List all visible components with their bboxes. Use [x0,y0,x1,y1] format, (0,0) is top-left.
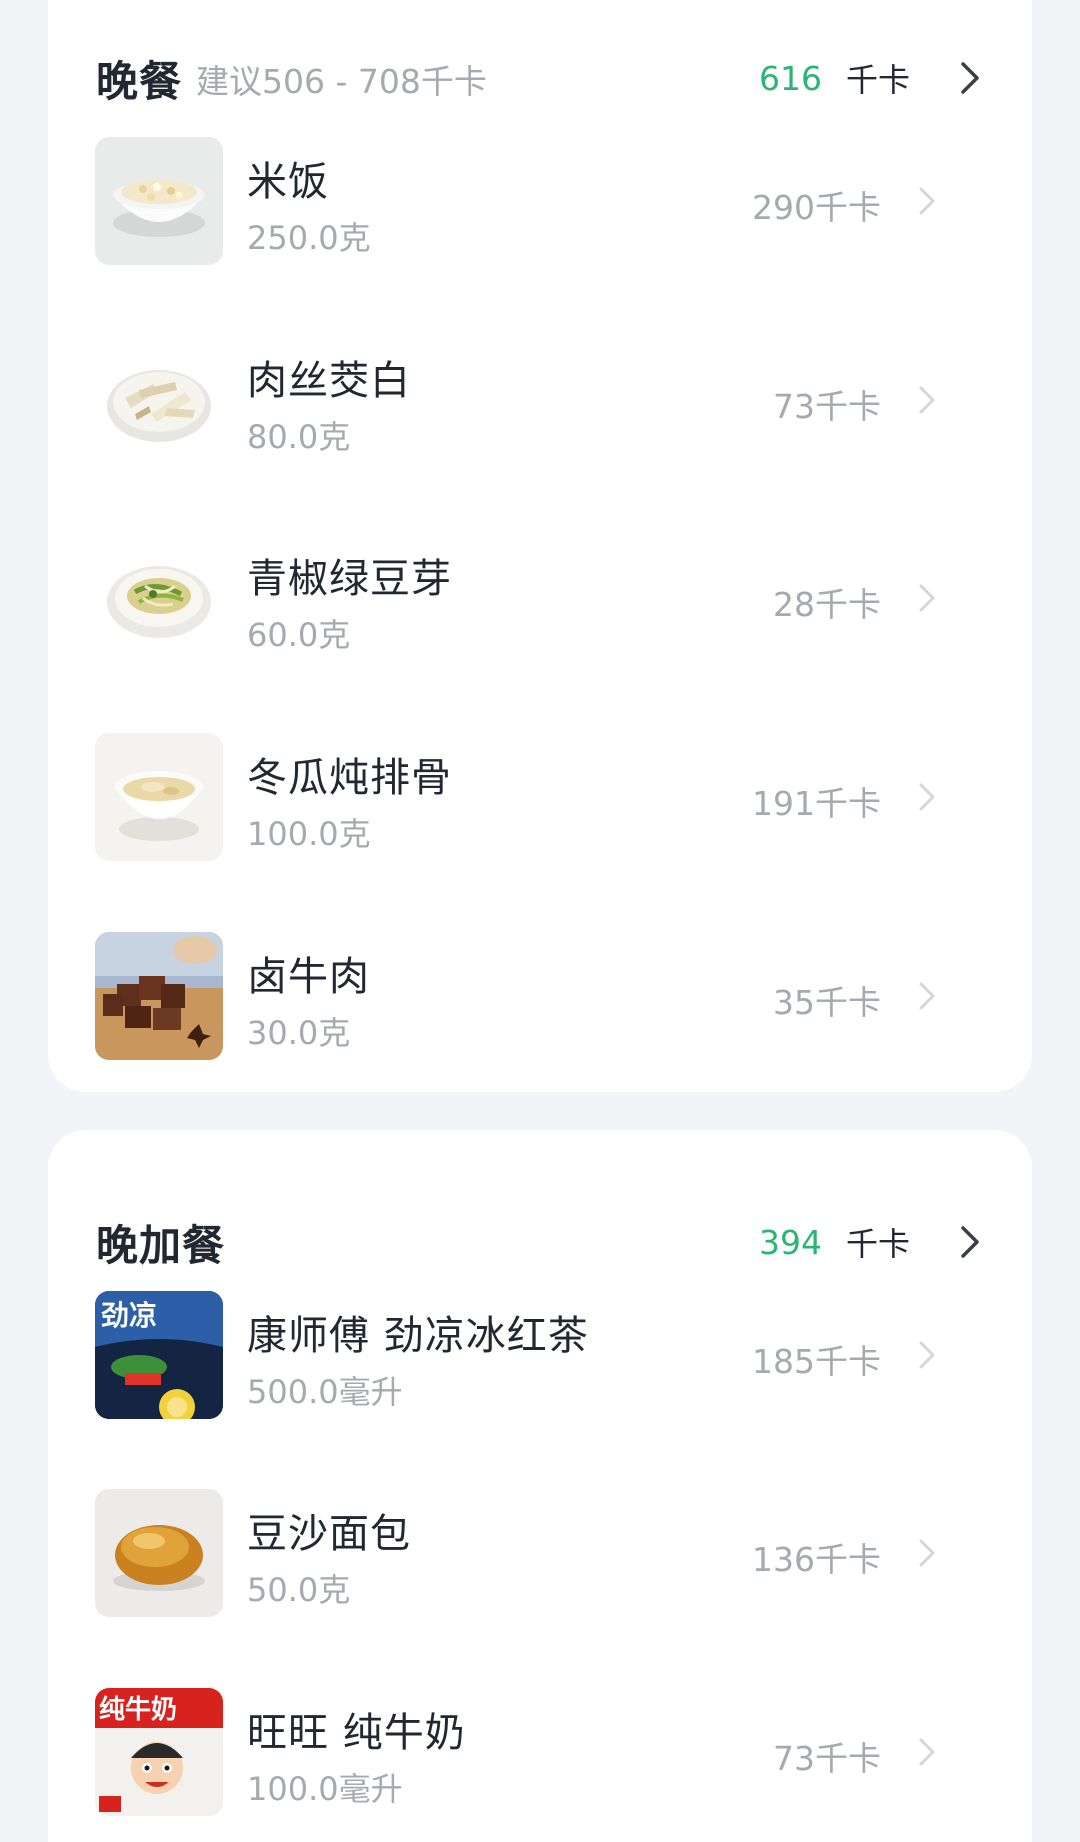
food-item-rice[interactable]: 米饭 250.0克 290千卡 [95,137,985,265]
tea-brand-text: 劲凉 [101,1299,157,1332]
food-item-pork-water-bamboo[interactable]: 肉丝茭白 80.0克 73千卡 [95,336,985,464]
food-name: 豆沙面包 [247,1511,411,1557]
meal-total-unit: 千卡 [845,61,910,99]
food-name: 冬瓜炖排骨 [247,755,452,801]
meal-title: 晚加餐 [96,1220,226,1270]
food-kcal: 185千卡 [752,1342,881,1381]
meal-total-group: 616 千卡 [759,55,984,101]
meal-total-kcal: 394 [758,1222,822,1262]
late-snack-header[interactable]: 晚加餐 394 千卡 [96,1212,984,1272]
pork-water-bamboo-image [95,336,223,464]
red-bean-bun-image [95,1489,223,1617]
food-amount: 250.0克 [247,219,371,257]
food-kcal: 28千卡 [773,585,881,624]
meal-title: 晚餐 [96,56,183,106]
food-item-iced-tea[interactable]: 劲凉 康师傅 劲凉冰红茶 500.0毫升 185千卡 [95,1291,985,1419]
chevron-right-icon [919,386,935,414]
chevron-right-icon [919,982,935,1010]
food-kcal: 191千卡 [752,784,881,823]
food-item-rib-soup[interactable]: 冬瓜炖排骨 100.0克 191千卡 [95,733,985,861]
food-kcal: 73千卡 [773,387,881,426]
iced-tea-image: 劲凉 [95,1291,223,1419]
food-name: 康师傅 劲凉冰红茶 [247,1313,589,1359]
meal-total-unit: 千卡 [845,1225,910,1263]
food-item-red-bean-bun[interactable]: 豆沙面包 50.0克 136千卡 [95,1489,985,1617]
food-amount: 30.0克 [247,1014,351,1052]
meal-total-group: 394 千卡 [759,1219,984,1265]
meal-suggestion: 建议506 - 708千卡 [196,62,487,101]
braised-beef-image [95,932,223,1060]
food-kcal: 35千卡 [773,983,881,1022]
food-amount: 500.0毫升 [247,1373,403,1411]
food-name: 卤牛肉 [247,954,370,1000]
rib-soup-image [95,733,223,861]
chevron-right-icon [919,1539,935,1567]
chevron-right-icon [919,783,935,811]
food-item-milk[interactable]: 纯牛奶 旺旺 纯牛奶 100.0毫升 73千卡 [95,1688,985,1816]
food-kcal: 136千卡 [752,1540,881,1579]
meal-total-kcal: 616 [758,58,822,98]
food-amount: 100.0克 [247,815,371,853]
chevron-right-icon [919,584,935,612]
dinner-header[interactable]: 晚餐 建议506 - 708千卡 616 千卡 [96,48,984,108]
chevron-right-icon[interactable] [956,60,984,96]
food-name: 肉丝茭白 [247,358,411,404]
chevron-right-icon [919,1341,935,1369]
food-amount: 50.0克 [247,1571,351,1609]
diet-log-page: 晚餐 建议506 - 708千卡 616 千卡 米饭 250.0克 290千卡 … [0,0,1080,1842]
dinner-card: 晚餐 建议506 - 708千卡 616 千卡 米饭 250.0克 290千卡 … [48,0,1032,1092]
food-name: 旺旺 纯牛奶 [247,1710,466,1756]
food-item-bean-sprouts[interactable]: 青椒绿豆芽 60.0克 28千卡 [95,534,985,662]
food-kcal: 290千卡 [752,188,881,227]
food-name: 米饭 [247,159,329,205]
chevron-right-icon[interactable] [956,1224,984,1260]
bean-sprouts-image [95,534,223,662]
food-amount: 80.0克 [247,418,351,456]
milk-brand-text: 纯牛奶 [99,1694,177,1725]
chevron-right-icon [919,187,935,215]
milk-carton-image: 纯牛奶 [95,1688,223,1816]
late-snack-card: 晚加餐 394 千卡 劲凉 康师傅 劲凉冰红茶 500.0毫升 185千卡 豆沙… [48,1130,1032,1842]
food-name: 青椒绿豆芽 [247,556,452,602]
rice-bowl-image [95,137,223,265]
food-amount: 100.0毫升 [247,1770,403,1808]
food-item-braised-beef[interactable]: 卤牛肉 30.0克 35千卡 [95,932,985,1060]
food-amount: 60.0克 [247,616,351,654]
chevron-right-icon [919,1738,935,1766]
food-kcal: 73千卡 [773,1739,881,1778]
